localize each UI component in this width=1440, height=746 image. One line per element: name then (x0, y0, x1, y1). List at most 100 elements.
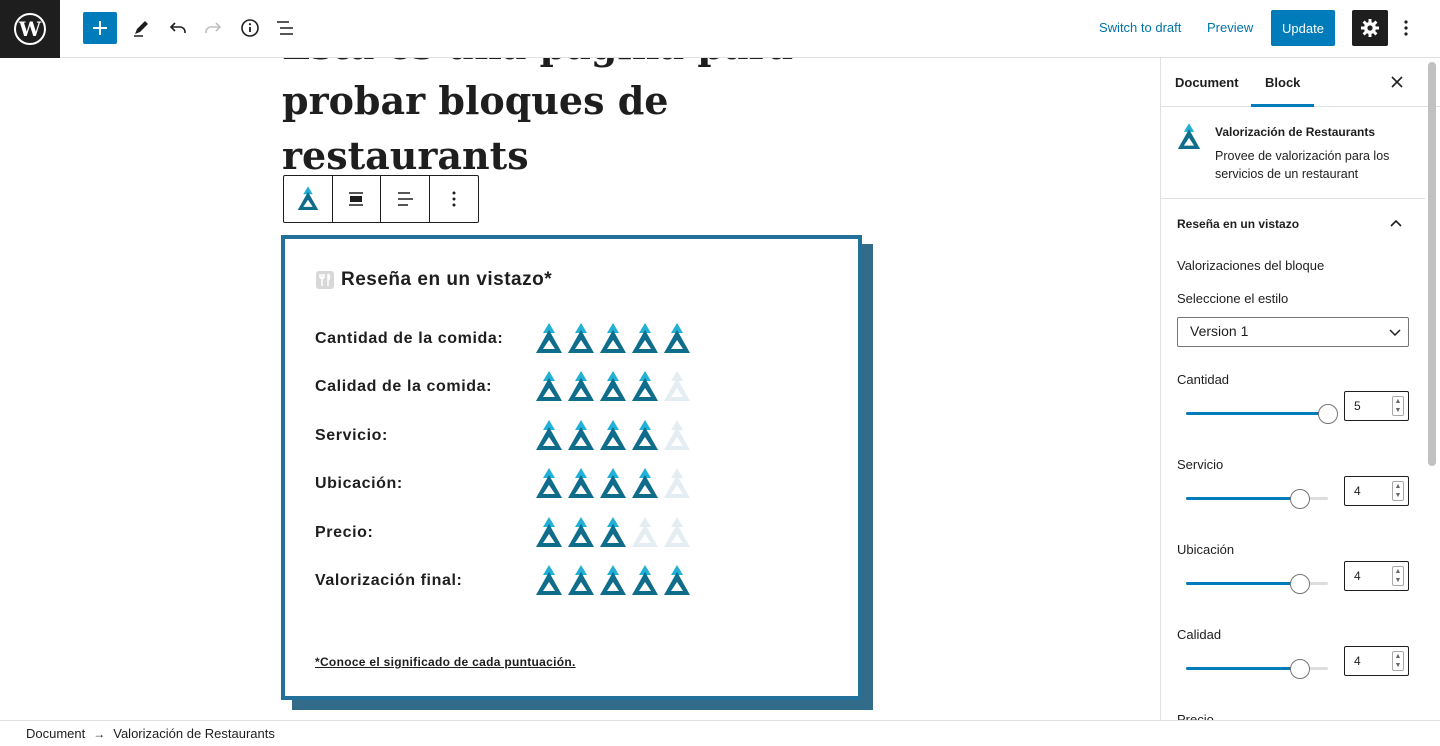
rating-empty-icon (664, 371, 690, 402)
rating-filled-icon (632, 323, 658, 353)
range-fill (1186, 412, 1328, 415)
review-heading: Reseña en un vistazo* (315, 269, 552, 291)
number-input-value: 4 (1354, 654, 1361, 668)
outline-button[interactable] (268, 12, 302, 44)
number-input[interactable]: 4 ▲ ▼ (1344, 476, 1409, 506)
rating-filled-icon (664, 323, 690, 353)
range-slider[interactable] (1186, 573, 1330, 594)
range-thumb[interactable] (1289, 489, 1310, 509)
rating-label: Precio: (315, 523, 374, 541)
rating-filled-icon (600, 371, 626, 402)
rating-filled-icon (536, 419, 562, 450)
style-select[interactable]: Version 1 (1177, 317, 1409, 347)
rating-filled-icon (536, 468, 562, 499)
range-slider[interactable] (1186, 658, 1330, 679)
undo-icon (169, 22, 186, 33)
post-title-line: Esta es una página para (282, 58, 842, 73)
update-button[interactable]: Update (1271, 10, 1335, 46)
spinner-arrows-icon[interactable]: ▲ ▼ (1392, 566, 1404, 586)
rating-empty-icon (664, 516, 690, 547)
rating-empty-icon (664, 419, 690, 450)
settings-sidebar: Document Block Valorización de Restauran… (1160, 58, 1440, 720)
rating-row: Valorización final: (315, 565, 691, 597)
rating-filled-icon (632, 371, 658, 402)
list-view-icon (277, 21, 293, 35)
rating-row: Calidad de la comida: (315, 371, 691, 403)
block-card-title: Valorización de Restaurants (1215, 125, 1376, 139)
range-thumb[interactable] (1289, 659, 1310, 679)
rating-icons (535, 516, 691, 549)
sidebar-scrollbar[interactable] (1428, 62, 1436, 466)
review-block[interactable]: Reseña en un vistazo* Cantidad de la com… (281, 235, 862, 700)
range-slider[interactable] (1186, 488, 1330, 509)
number-input-value: 4 (1354, 569, 1361, 583)
wordpress-logo-button[interactable]: W (0, 0, 60, 58)
add-block-button[interactable] (83, 12, 117, 44)
spinner-arrows-icon[interactable]: ▲ ▼ (1392, 481, 1404, 501)
rating-filled-icon (600, 419, 626, 450)
fork-knife-icon (315, 270, 335, 290)
rating-meaning-link[interactable]: *Conoce el significado de cada puntuació… (315, 655, 576, 669)
range-slider[interactable] (1186, 403, 1338, 424)
more-options-button[interactable] (1396, 12, 1416, 44)
info-icon (241, 19, 259, 37)
control-label: Precio (1177, 712, 1214, 720)
tools-button[interactable] (124, 12, 158, 44)
vertical-ellipsis-icon (1404, 20, 1408, 36)
number-input[interactable]: 4 ▲ ▼ (1344, 561, 1409, 591)
rating-filled-icon (600, 468, 626, 499)
breadcrumb-block[interactable]: Valorización de Restaurants (113, 726, 275, 741)
rating-filled-icon (536, 323, 562, 353)
details-button[interactable] (233, 12, 267, 44)
tab-document[interactable]: Document (1161, 58, 1253, 106)
tab-block[interactable]: Block (1251, 58, 1315, 107)
chevron-down-icon (1389, 329, 1401, 337)
undo-button[interactable] (161, 12, 195, 44)
preview-button[interactable]: Preview (1207, 20, 1253, 35)
style-select-value: Version 1 (1190, 323, 1249, 339)
panel-toggle-review[interactable]: Reseña en un vistazo (1161, 199, 1425, 249)
number-input[interactable]: 4 ▲ ▼ (1344, 646, 1409, 676)
number-input-value: 5 (1354, 399, 1361, 413)
control-label: Calidad (1177, 627, 1222, 642)
spinner-arrows-icon[interactable]: ▲ ▼ (1392, 396, 1404, 416)
rating-row: Cantidad de la comida: (315, 323, 691, 355)
ratings-label: Valorizaciones del bloque (1177, 258, 1325, 273)
rating-filled-icon (632, 468, 658, 499)
text-align-button[interactable] (381, 176, 430, 222)
rating-label: Valorización final: (315, 572, 463, 589)
number-input[interactable]: 5 ▲ ▼ (1344, 391, 1409, 421)
rating-filled-icon (568, 565, 594, 595)
control-label: Cantidad (1177, 372, 1230, 387)
range-fill (1186, 582, 1300, 585)
svg-text:W: W (18, 17, 42, 41)
rating-filled-icon (536, 565, 562, 595)
editor-canvas: Esta es una página para probar bloques d… (0, 58, 1144, 720)
rating-label: Ubicación: (315, 475, 403, 493)
range-thumb[interactable] (1318, 404, 1338, 424)
switch-to-draft-button[interactable]: Switch to draft (1099, 20, 1181, 35)
settings-button[interactable] (1352, 10, 1388, 46)
editor-header: W Switch to draft Preview Update (0, 0, 1440, 58)
close-sidebar-button[interactable] (1385, 70, 1409, 94)
block-more-options-button[interactable] (430, 176, 479, 222)
rating-label: Calidad de la comida: (315, 378, 493, 396)
align-button[interactable] (333, 176, 381, 222)
spinner-arrows-icon[interactable]: ▲ ▼ (1392, 651, 1404, 671)
range-thumb[interactable] (1289, 574, 1310, 594)
range-fill (1186, 497, 1300, 500)
rating-row: Precio: (315, 516, 691, 549)
block-type-button[interactable] (284, 176, 333, 222)
rating-filled-icon (664, 565, 690, 595)
number-input-value: 4 (1354, 484, 1361, 498)
redo-button[interactable] (196, 12, 230, 44)
block-card-description: Provee de valorización para los servicio… (1215, 149, 1390, 181)
breadcrumb-document[interactable]: Document (26, 726, 85, 741)
range-fill (1186, 667, 1300, 670)
rating-filled-icon (632, 565, 658, 595)
rating-filled-icon (536, 371, 562, 402)
sidebar-tabs: Document Block (1161, 58, 1440, 107)
align-wide-icon (349, 192, 364, 206)
block-breadcrumb: Document → Valorización de Restaurants (0, 720, 1440, 746)
post-title[interactable]: Esta es una página para probar bloques d… (282, 58, 842, 183)
